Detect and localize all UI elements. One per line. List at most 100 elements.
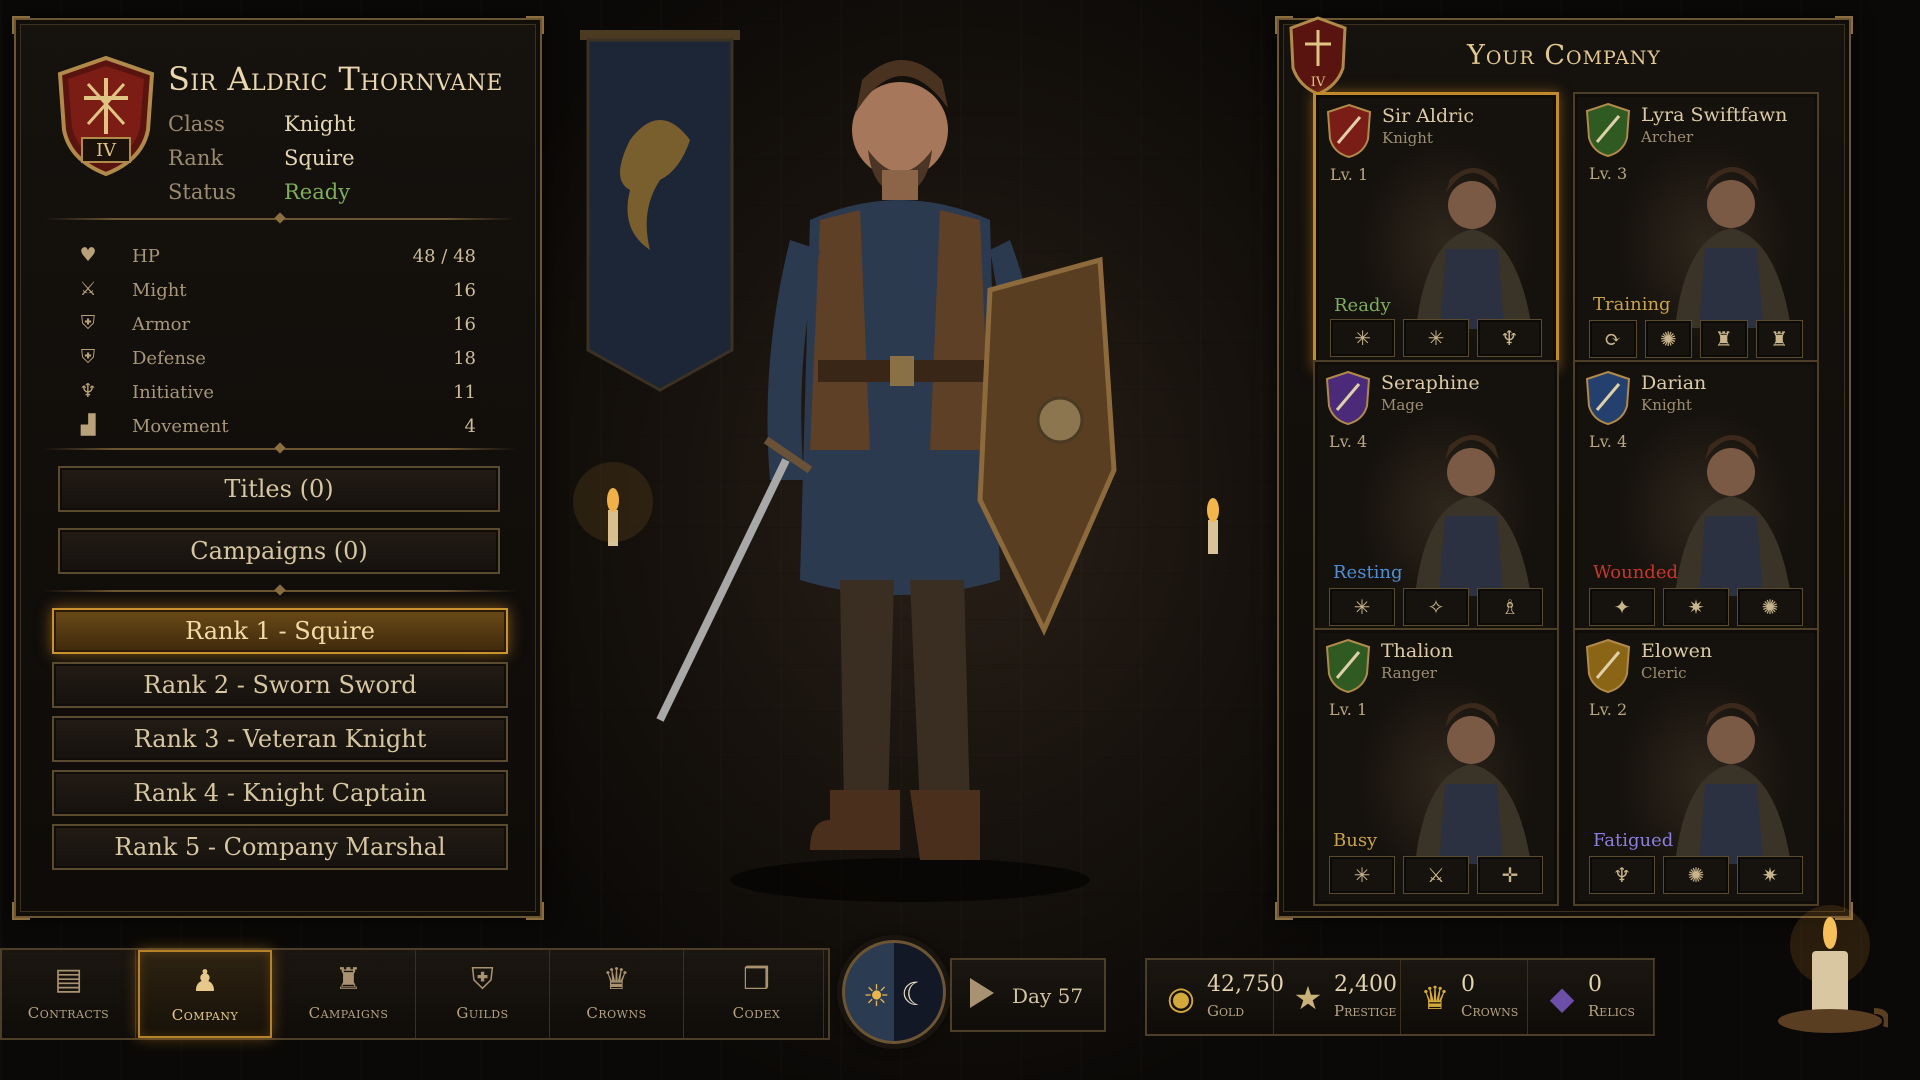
- sword-icon: ⚔: [79, 278, 97, 300]
- hero-class-row: Class Knight: [168, 112, 355, 136]
- resource-label: Relics: [1588, 1002, 1635, 1020]
- crown-icon: ♛: [1420, 979, 1450, 1017]
- nav-company-button[interactable]: ♟ Company: [138, 950, 272, 1038]
- skill-icon[interactable]: ♗: [1477, 588, 1543, 626]
- class-emblem-icon: [1585, 638, 1631, 694]
- skill-icon[interactable]: ✺: [1663, 856, 1729, 894]
- status-label: Status: [168, 180, 237, 204]
- member-status: Busy: [1333, 830, 1378, 851]
- skill-icon[interactable]: ✦: [1589, 588, 1655, 626]
- resource-label: Prestige: [1334, 1002, 1397, 1020]
- stat-row: ⛨ Defense 18: [76, 344, 476, 374]
- day-night-dial[interactable]: ☀ ☾: [842, 940, 946, 1044]
- skill-icon[interactable]: ⚔: [1403, 856, 1469, 894]
- campaigns-button[interactable]: Campaigns (0): [58, 528, 500, 574]
- nav-codex-button[interactable]: ❒ Codex: [690, 950, 824, 1038]
- resource-value: 2,400: [1334, 972, 1397, 997]
- skill-icon[interactable]: ✺: [1737, 588, 1803, 626]
- day-text: Day 57: [1012, 984, 1084, 1008]
- member-level: Lv. 4: [1329, 432, 1368, 451]
- book-icon: ❒: [743, 962, 770, 997]
- nav-guilds-button[interactable]: ⛨ Guilds: [416, 950, 550, 1038]
- nav-crowns-button[interactable]: ♛ Crowns: [550, 950, 684, 1038]
- status-value: Ready: [284, 180, 351, 204]
- play-icon[interactable]: [970, 978, 994, 1008]
- skill-icon[interactable]: ✷: [1737, 856, 1803, 894]
- gold-coins-icon: ◉: [1167, 979, 1195, 1017]
- candle-icon: [1778, 905, 1888, 1033]
- member-portrait: [1415, 703, 1531, 864]
- skill-icon[interactable]: ✺: [1644, 320, 1692, 358]
- hero-rank-row: Rank Squire: [168, 146, 355, 170]
- boot-icon: ▟: [80, 414, 96, 436]
- member-portrait: [1416, 168, 1532, 329]
- hero-portrait-scene: [573, 30, 1219, 902]
- wing-icon: ♆: [79, 380, 97, 402]
- hero-crest-icon: IV: [57, 55, 155, 177]
- company-icon: ♟: [191, 964, 219, 999]
- company-member-card[interactable]: Seraphine Mage Lv. 4 Resting ✳ ✧ ♗: [1313, 360, 1559, 638]
- member-skills: ✦ ✷ ✺: [1589, 588, 1803, 626]
- company-member-card[interactable]: Darian Knight Lv. 4 Wounded ✦ ✷ ✺: [1573, 360, 1819, 638]
- stat-label: Initiative: [132, 382, 214, 403]
- member-class: Ranger: [1381, 664, 1437, 682]
- member-name: Lyra Swiftfawn: [1641, 104, 1788, 126]
- member-level: Lv. 2: [1589, 700, 1628, 719]
- skill-icon[interactable]: ✛: [1477, 856, 1543, 894]
- member-status: Training: [1593, 294, 1671, 315]
- stat-value: 16: [453, 280, 476, 301]
- hero-crest-numeral: IV: [96, 140, 117, 161]
- member-name: Seraphine: [1381, 372, 1480, 394]
- rank-button[interactable]: Rank 2 - Sworn Sword: [52, 662, 508, 708]
- skill-icon[interactable]: ✳: [1403, 319, 1469, 357]
- company-member-card[interactable]: Elowen Cleric Lv. 2 Fatigued ♆ ✺ ✷: [1573, 628, 1819, 906]
- skill-icon[interactable]: ✧: [1403, 588, 1469, 626]
- company-member-card[interactable]: Thalion Ranger Lv. 1 Busy ✳ ⚔ ✛: [1313, 628, 1559, 906]
- stat-label: Defense: [132, 348, 206, 369]
- member-skills: ⟳ ✺ ♜ ♜: [1589, 320, 1803, 358]
- stat-row: ⛨ Armor 16: [76, 310, 476, 340]
- nav-campaigns-button[interactable]: ♜ Campaigns: [282, 950, 416, 1038]
- nav-label: Campaigns: [308, 1004, 389, 1022]
- skill-icon[interactable]: ♜: [1700, 320, 1748, 358]
- heart-icon: ♥: [79, 244, 97, 266]
- stat-row: ♥ HP 48 / 48: [76, 242, 476, 272]
- rank-button[interactable]: Rank 1 - Squire: [52, 608, 508, 654]
- stat-row: ♆ Initiative 11: [76, 378, 476, 408]
- contracts-icon: ▤: [54, 962, 83, 997]
- company-member-card[interactable]: Lyra Swiftfawn Archer Lv. 3 Training ⟳ ✺ ♜ ♜: [1573, 92, 1819, 370]
- stat-label: Movement: [132, 416, 229, 437]
- company-member-card[interactable]: Sir Aldric Knight Lv. 1 Ready ✳ ✳ ♆: [1313, 92, 1559, 370]
- skill-icon[interactable]: ♆: [1476, 319, 1542, 357]
- member-class: Archer: [1641, 128, 1694, 146]
- skill-icon[interactable]: ⟳: [1589, 320, 1637, 358]
- skill-icon[interactable]: ✳: [1329, 856, 1395, 894]
- rank-button[interactable]: Rank 4 - Knight Captain: [52, 770, 508, 816]
- stat-value: 4: [464, 416, 476, 437]
- resource-label: Crowns: [1461, 1002, 1519, 1020]
- class-emblem-icon: [1585, 370, 1631, 426]
- member-skills: ✳ ✳ ♆: [1330, 319, 1542, 357]
- skill-icon[interactable]: ✳: [1329, 588, 1395, 626]
- panel-corner: [12, 16, 30, 34]
- member-level: Lv. 4: [1589, 432, 1628, 451]
- titles-button[interactable]: Titles (0): [58, 466, 500, 512]
- skill-icon[interactable]: ♜: [1755, 320, 1803, 358]
- skill-icon[interactable]: ✳: [1330, 319, 1396, 357]
- rank-button[interactable]: Rank 5 - Company Marshal: [52, 824, 508, 870]
- day-counter: Day 57: [950, 958, 1106, 1032]
- panel-corner: [526, 902, 544, 920]
- skill-icon[interactable]: ✷: [1663, 588, 1729, 626]
- nav-contracts-button[interactable]: ▤ Contracts: [2, 950, 136, 1038]
- shield-icon: ⛨: [80, 346, 96, 368]
- stat-value: 48 / 48: [412, 246, 476, 267]
- rank-button[interactable]: Rank 3 - Veteran Knight: [52, 716, 508, 762]
- resource-prestige: ★ 2,400 Prestige: [1274, 960, 1401, 1034]
- shield-icon: ⛨: [80, 312, 96, 334]
- crown-icon: ♛: [603, 962, 630, 997]
- moon-icon: ☾: [901, 975, 930, 1013]
- skill-icon[interactable]: ♆: [1589, 856, 1655, 894]
- class-value: Knight: [284, 112, 356, 136]
- member-class: Knight: [1382, 129, 1433, 147]
- nav-label: Company: [171, 1006, 239, 1024]
